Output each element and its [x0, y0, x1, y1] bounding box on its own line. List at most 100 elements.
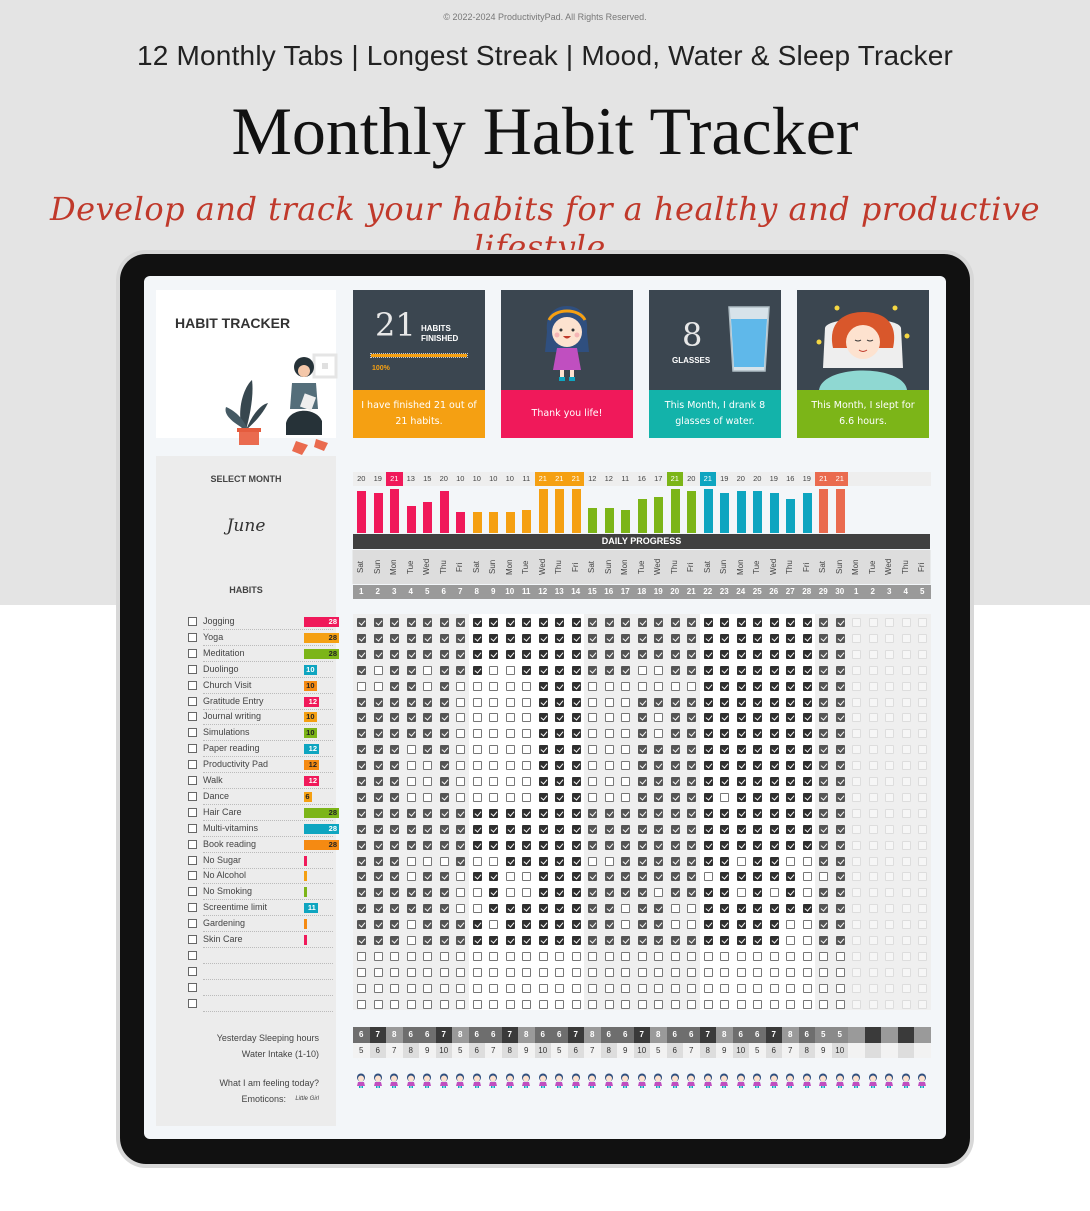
habit-day-checkbox[interactable] [373, 983, 383, 993]
habit-day-checkbox[interactable] [885, 856, 894, 866]
mood-emoticon[interactable] [471, 1073, 483, 1088]
habit-day-checkbox[interactable] [852, 999, 861, 1009]
habit-day-checkbox[interactable] [901, 777, 911, 786]
habit-day-checkbox[interactable] [423, 951, 432, 961]
water-intake-cell[interactable]: 5 [650, 1043, 667, 1058]
habit-day-checkbox[interactable] [703, 713, 713, 723]
habit-checkbox[interactable] [188, 998, 197, 1008]
habit-day-checkbox[interactable] [654, 697, 663, 707]
habit-day-checkbox[interactable] [406, 840, 416, 850]
habit-day-checkbox[interactable] [637, 665, 647, 675]
habit-day-checkbox[interactable] [786, 888, 795, 898]
habit-day-checkbox[interactable] [654, 920, 663, 930]
habit-day-checkbox[interactable] [670, 761, 680, 771]
habit-day-checkbox[interactable] [555, 618, 564, 627]
habit-day-checkbox[interactable] [472, 792, 482, 802]
habit-day-checkbox[interactable] [703, 681, 713, 691]
habit-day-checkbox[interactable] [802, 983, 812, 993]
habit-day-checkbox[interactable] [786, 824, 795, 834]
habit-checkbox[interactable] [188, 776, 197, 785]
habit-day-checkbox[interactable] [555, 761, 564, 771]
habit-day-checkbox[interactable] [571, 713, 581, 723]
habit-day-checkbox[interactable] [538, 856, 548, 866]
habit-day-checkbox[interactable] [868, 983, 878, 993]
habit-day-checkbox[interactable] [423, 633, 432, 643]
habit-day-checkbox[interactable] [423, 904, 432, 914]
habit-day-checkbox[interactable] [736, 936, 746, 945]
habit-day-checkbox[interactable] [489, 904, 498, 914]
habit-day-checkbox[interactable] [918, 697, 927, 707]
habit-day-checkbox[interactable] [901, 904, 911, 914]
habit-day-checkbox[interactable] [819, 951, 828, 961]
habit-day-checkbox[interactable] [505, 808, 515, 818]
habit-day-checkbox[interactable] [687, 649, 696, 659]
habit-day-checkbox[interactable] [835, 792, 845, 802]
habit-name[interactable]: Duolingo [203, 664, 239, 674]
habit-day-checkbox[interactable] [786, 729, 795, 739]
habit-day-checkbox[interactable] [918, 713, 927, 723]
habit-day-checkbox[interactable] [835, 999, 845, 1009]
habit-day-checkbox[interactable] [571, 888, 581, 898]
habit-day-checkbox[interactable] [522, 904, 531, 914]
habit-day-checkbox[interactable] [885, 840, 894, 850]
habit-day-checkbox[interactable] [489, 729, 498, 739]
habit-day-checkbox[interactable] [802, 936, 812, 945]
habit-day-checkbox[interactable] [604, 697, 614, 707]
habit-day-checkbox[interactable] [637, 999, 647, 1009]
habit-checkbox[interactable] [188, 871, 197, 881]
habit-day-checkbox[interactable] [390, 713, 399, 723]
sleep-hours-cell[interactable]: 8 [650, 1027, 667, 1043]
habit-day-checkbox[interactable] [357, 824, 366, 834]
habit-day-checkbox[interactable] [621, 888, 630, 898]
habit-day-checkbox[interactable] [621, 618, 630, 627]
habit-name[interactable]: Gratitude Entry [203, 696, 264, 706]
habit-day-checkbox[interactable] [423, 808, 432, 818]
habit-day-checkbox[interactable] [472, 649, 482, 659]
habit-day-checkbox[interactable] [604, 808, 614, 818]
habit-day-checkbox[interactable] [819, 681, 828, 691]
habit-day-checkbox[interactable] [555, 792, 564, 802]
habit-day-checkbox[interactable] [555, 951, 564, 961]
habit-day-checkbox[interactable] [505, 681, 515, 691]
habit-day-checkbox[interactable] [472, 936, 482, 945]
habit-day-checkbox[interactable] [472, 745, 482, 755]
habit-day-checkbox[interactable] [538, 967, 548, 977]
mood-emoticon[interactable] [850, 1073, 862, 1088]
habit-day-checkbox[interactable] [423, 888, 432, 898]
habit-day-checkbox[interactable] [489, 983, 498, 993]
habit-day-checkbox[interactable] [538, 745, 548, 755]
habit-day-checkbox[interactable] [885, 697, 894, 707]
habit-day-checkbox[interactable] [390, 633, 399, 643]
habit-day-checkbox[interactable] [835, 697, 845, 707]
habit-day-checkbox[interactable] [885, 951, 894, 961]
habit-day-checkbox[interactable] [769, 808, 779, 818]
habit-day-checkbox[interactable] [439, 697, 449, 707]
habit-day-checkbox[interactable] [670, 633, 680, 643]
habit-day-checkbox[interactable] [736, 761, 746, 771]
habit-name[interactable]: Walk [203, 775, 223, 785]
habit-day-checkbox[interactable] [819, 777, 828, 786]
habit-day-checkbox[interactable] [786, 697, 795, 707]
habit-day-checkbox[interactable] [819, 745, 828, 755]
habit-day-checkbox[interactable] [885, 808, 894, 818]
habit-day-checkbox[interactable] [505, 872, 515, 882]
habit-day-checkbox[interactable] [868, 872, 878, 882]
habit-day-checkbox[interactable] [654, 777, 663, 786]
habit-day-checkbox[interactable] [786, 951, 795, 961]
habit-day-checkbox[interactable] [456, 920, 465, 930]
habit-day-checkbox[interactable] [423, 983, 432, 993]
mood-emoticon[interactable] [603, 1073, 615, 1088]
habit-day-checkbox[interactable] [720, 681, 729, 691]
habit-day-checkbox[interactable] [472, 888, 482, 898]
habit-day-checkbox[interactable] [439, 951, 449, 961]
habit-day-checkbox[interactable] [819, 983, 828, 993]
habit-day-checkbox[interactable] [472, 983, 482, 993]
habit-day-checkbox[interactable] [456, 951, 465, 961]
habit-day-checkbox[interactable] [786, 920, 795, 930]
habit-day-checkbox[interactable] [555, 936, 564, 945]
habit-day-checkbox[interactable] [753, 633, 762, 643]
habit-day-checkbox[interactable] [703, 872, 713, 882]
habit-day-checkbox[interactable] [439, 761, 449, 771]
habit-day-checkbox[interactable] [472, 729, 482, 739]
water-intake-cell[interactable]: 9 [815, 1043, 832, 1058]
